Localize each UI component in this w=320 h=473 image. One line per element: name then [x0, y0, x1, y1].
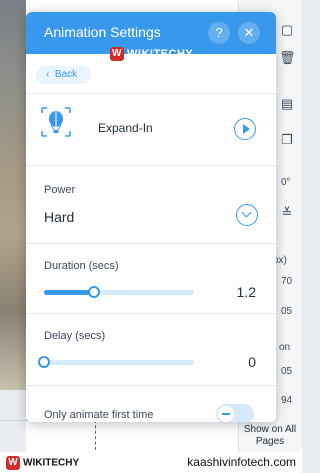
show-on-label: on: [279, 342, 291, 353]
animation-row: Expand-In: [26, 94, 276, 166]
position-value-2: 05: [281, 306, 293, 317]
close-button[interactable]: ✕: [238, 22, 260, 44]
watermark-site: kaashivinfotech.com: [187, 455, 296, 469]
power-select-value[interactable]: Hard: [44, 209, 74, 225]
close-icon: ✕: [243, 25, 255, 40]
watermark-bar: W WIKITECHY kaashivinfotech.com: [0, 452, 302, 473]
power-label: Power: [44, 184, 76, 196]
power-section: Power Hard: [26, 166, 276, 244]
only-animate-first-row: Only animate first time: [26, 386, 276, 422]
trash-icon[interactable]: 🗑: [279, 50, 296, 66]
rotation-value: 0°: [281, 177, 291, 188]
watermark-logo: W WIKITECHY: [110, 47, 193, 61]
duration-value[interactable]: 1.2: [237, 284, 256, 300]
only-animate-first-toggle[interactable]: [216, 404, 254, 422]
document-icon[interactable]: ▢: [279, 22, 295, 38]
position-value-1: 70: [281, 276, 293, 287]
panel-title: Animation Settings: [44, 24, 161, 40]
animation-settings-panel: Animation Settings ? ✕ ‹ Back Expand-In …: [26, 12, 276, 422]
question-mark-icon: ?: [215, 25, 223, 40]
delay-section: Delay (secs) 0: [26, 314, 276, 386]
hot-air-balloon-icon: [41, 107, 71, 137]
only-animate-first-label: Only animate first time: [44, 409, 154, 421]
position-value-4: 94: [281, 395, 293, 406]
help-button[interactable]: ?: [208, 22, 230, 44]
layers-icon[interactable]: ❐: [279, 132, 295, 148]
play-preview-button[interactable]: [234, 118, 256, 140]
delay-label: Delay (secs): [44, 330, 106, 342]
w-logo-icon: W: [110, 47, 124, 61]
delay-slider-thumb[interactable]: [38, 356, 50, 368]
arrange-icon[interactable]: ▤: [279, 96, 295, 112]
duration-label: Duration (secs): [44, 260, 119, 272]
canvas-guide-line: [95, 420, 96, 450]
back-button[interactable]: ‹ Back: [36, 66, 92, 84]
w-logo-icon: W: [6, 456, 20, 470]
duration-slider[interactable]: [44, 286, 194, 298]
background-photo: [0, 0, 26, 390]
delay-slider[interactable]: [38, 356, 194, 368]
duration-section: Duration (secs) 1.2: [26, 244, 276, 314]
animation-name: Expand-In: [98, 121, 153, 135]
back-label: Back: [54, 69, 78, 80]
distribute-icon[interactable]: ≚: [279, 205, 295, 221]
power-dropdown-button[interactable]: [236, 204, 258, 226]
delay-value[interactable]: 0: [248, 354, 256, 370]
chevron-left-icon: ‹: [46, 69, 50, 80]
duration-slider-thumb[interactable]: [87, 286, 100, 298]
position-value-3: 05: [281, 366, 293, 377]
watermark-bottom-logo: W WIKITECHY: [6, 456, 79, 470]
duration-slider-fill: [44, 290, 94, 295]
show-on-all-pages[interactable]: Show on All Pages: [239, 424, 301, 448]
toggle-knob: [218, 406, 234, 422]
